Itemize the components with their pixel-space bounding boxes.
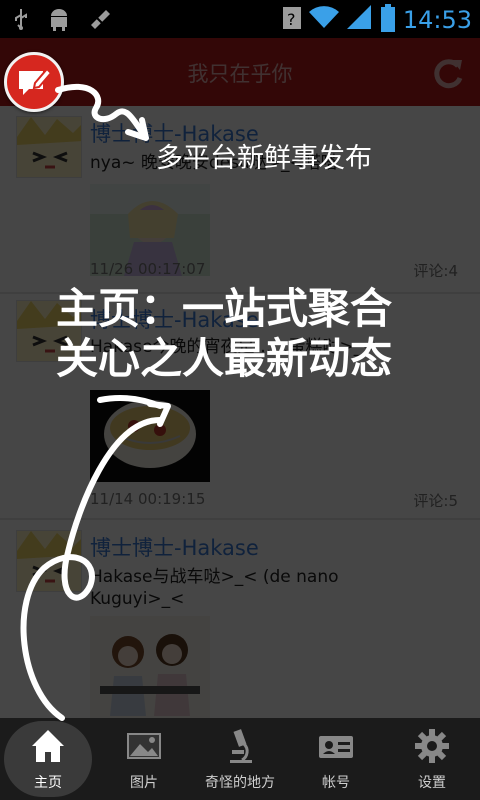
post-content: Hakase与战车哒>_< (de nano Kuguyi>_<: [90, 567, 339, 609]
id-card-icon: [318, 728, 354, 764]
refresh-icon: [428, 59, 468, 98]
microscope-icon: [222, 728, 258, 764]
home-hint-line-2: 关心之人最新动态: [56, 334, 393, 383]
post-image[interactable]: [90, 390, 210, 482]
bug-icon: [88, 7, 112, 35]
post-timestamp: 11/26 00:17:07: [90, 260, 206, 278]
refresh-button[interactable]: [428, 54, 468, 94]
signal-icon: [346, 5, 373, 35]
compose-icon: [7, 67, 61, 113]
nav-label: 奇怪的地方: [205, 775, 275, 791]
svg-text:?: ?: [287, 10, 296, 29]
nav-label: 帐号: [322, 775, 350, 791]
feed-item[interactable]: 博士博士-Hakase nya~ 晚安晚安desu哒>_<嗒嗒 11/26 00…: [0, 106, 480, 294]
nav-item-settings[interactable]: 设置: [384, 718, 480, 800]
avatar[interactable]: [16, 530, 82, 592]
home-icon: [30, 728, 66, 764]
nav-label: 设置: [418, 775, 446, 791]
status-bar: ? 14:53: [0, 0, 480, 38]
title-bar: 我只在乎你: [0, 38, 480, 106]
page-title: 我只在乎你: [187, 62, 293, 86]
post-comment-count[interactable]: 评论:4: [413, 260, 458, 281]
feed-item[interactable]: 博士博士-Hakase Hakase与战车哒>_< (de nano Kuguy…: [0, 520, 480, 718]
nav-label: 图片: [130, 775, 158, 791]
signal-question-icon: ?: [282, 5, 301, 35]
compose-button[interactable]: [4, 52, 64, 112]
picture-icon: [126, 728, 162, 764]
nav-item-pictures[interactable]: 图片: [96, 718, 192, 800]
gear-icon: [414, 728, 450, 764]
usb-icon: [12, 8, 30, 34]
bottom-nav: 主页 图片 奇怪的地方 帐号 设置: [0, 718, 480, 800]
post-timestamp: 11/14 00:19:15: [90, 490, 206, 508]
avatar[interactable]: [16, 116, 82, 178]
post-comment-count[interactable]: 评论:5: [413, 490, 458, 511]
nav-label: 主页: [34, 775, 62, 791]
clock: 14:53: [402, 6, 472, 34]
wifi-icon: [308, 6, 339, 34]
home-hint-line-1: 主页：一站式聚合: [56, 284, 393, 333]
feed-list: 博士博士-Hakase nya~ 晚安晚安desu哒>_<嗒嗒 11/26 00…: [0, 106, 480, 718]
post-image[interactable]: [90, 616, 210, 718]
compose-hint: 多平台新鲜事发布: [156, 143, 372, 174]
home-hint: 主页：一站式聚合 关心之人最新动态: [56, 284, 476, 384]
nav-item-home[interactable]: 主页: [0, 718, 96, 800]
android-debug-icon: [48, 7, 70, 35]
post-author[interactable]: 博士博士-Hakase: [90, 532, 259, 562]
nav-item-strange-places[interactable]: 奇怪的地方: [192, 718, 288, 800]
battery-icon: [380, 4, 395, 36]
nav-item-account[interactable]: 帐号: [288, 718, 384, 800]
